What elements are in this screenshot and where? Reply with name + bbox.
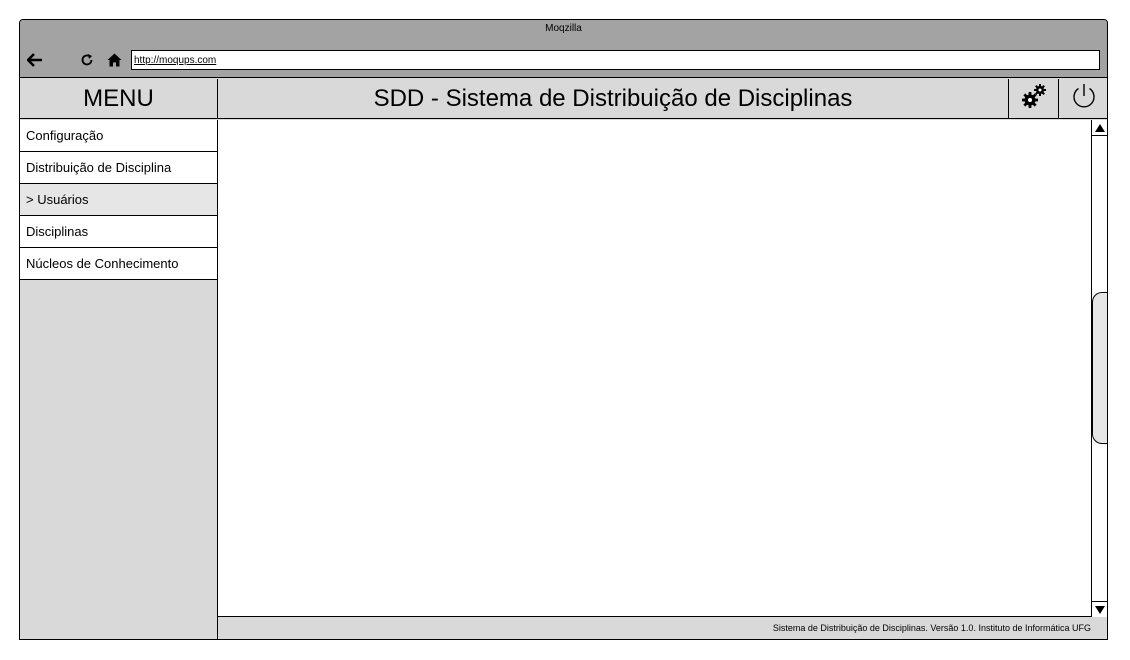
back-arrow-icon[interactable] xyxy=(24,50,46,70)
power-button[interactable] xyxy=(1058,79,1107,119)
scroll-thumb[interactable] xyxy=(1092,292,1107,444)
url-input[interactable] xyxy=(131,50,1100,70)
main-content xyxy=(218,120,1107,617)
vertical-scrollbar[interactable] xyxy=(1091,120,1107,617)
footer-text: Sistema de Distribuição de Disciplinas. … xyxy=(772,623,1091,633)
page-title: SDD - Sistema de Distribuição de Discipl… xyxy=(218,79,1008,119)
window-title: Moqzilla xyxy=(20,20,1107,46)
settings-button[interactable] xyxy=(1008,79,1058,119)
reload-icon[interactable] xyxy=(78,50,96,70)
browser-window: Moqzilla MENU SDD - Sistema de Distribui… xyxy=(19,19,1108,640)
menu-title: MENU xyxy=(20,79,218,119)
sidebar-item-distribuicao[interactable]: Distribuição de Disciplina xyxy=(20,152,217,184)
sidebar-menu: Configuração Distribuição de Disciplina … xyxy=(20,120,218,639)
sidebar-item-usuarios[interactable]: > Usuários xyxy=(20,184,217,216)
scroll-up-icon[interactable] xyxy=(1092,120,1107,136)
browser-navbar xyxy=(20,46,1107,78)
settings-gears-icon xyxy=(1019,81,1049,116)
home-icon[interactable] xyxy=(104,50,124,70)
scroll-down-icon[interactable] xyxy=(1092,601,1107,617)
sidebar-item-configuracao[interactable]: Configuração xyxy=(20,120,217,152)
sidebar-item-nucleos[interactable]: Núcleos de Conhecimento xyxy=(20,248,217,280)
sidebar-item-disciplinas[interactable]: Disciplinas xyxy=(20,216,217,248)
power-icon xyxy=(1070,82,1098,115)
